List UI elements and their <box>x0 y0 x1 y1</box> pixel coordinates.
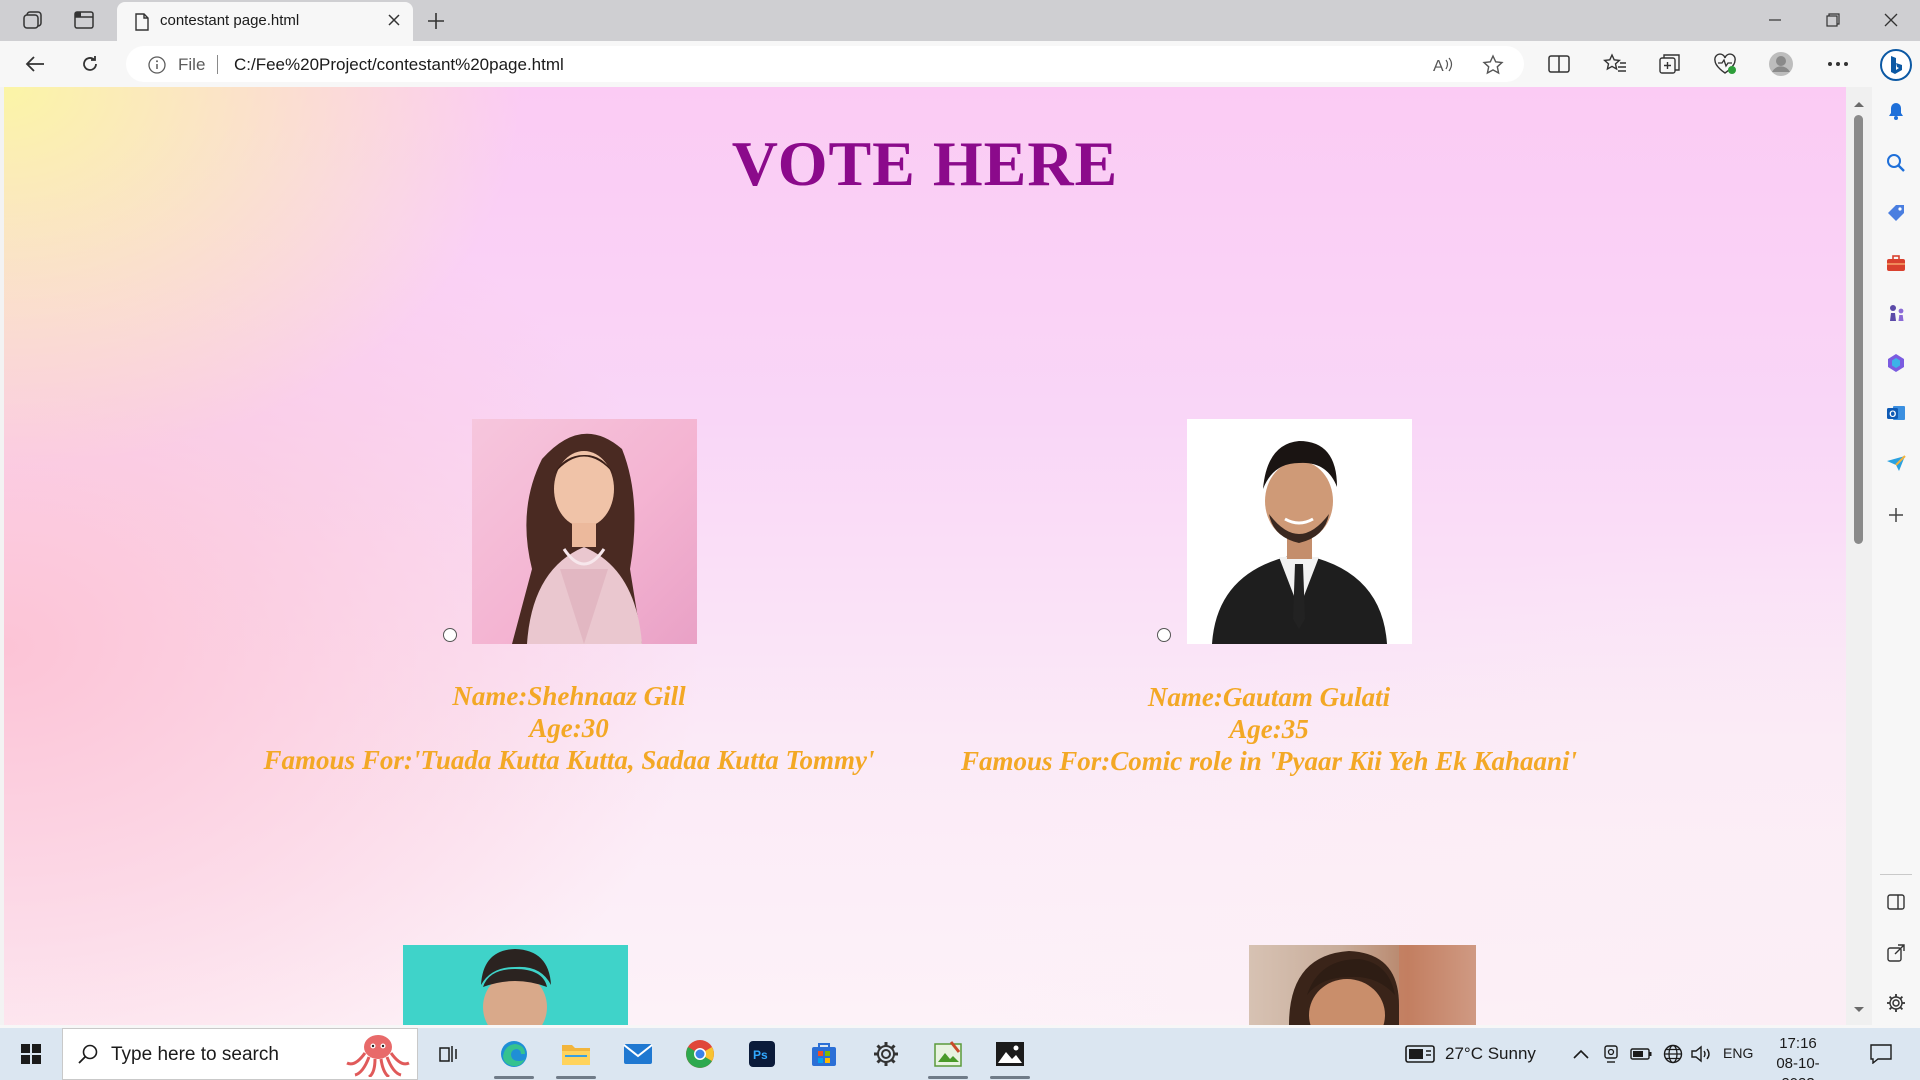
edge-sidebar: O <box>1872 41 1920 1028</box>
weather-icon[interactable] <box>1404 1028 1436 1080</box>
contestant-2-info: Name:Gautam Gulati Age:35 Famous For:Com… <box>941 681 1597 777</box>
task-view-icon[interactable] <box>426 1028 472 1080</box>
search-placeholder: Type here to search <box>111 1044 279 1065</box>
file-explorer-icon[interactable] <box>548 1028 604 1080</box>
url-text[interactable]: C:/Fee%20Project/contestant%20page.html <box>234 55 564 75</box>
collections-icon[interactable] <box>1657 52 1683 76</box>
scheme-label: File <box>178 55 206 74</box>
bing-copilot-icon[interactable] <box>1880 49 1912 81</box>
favorite-star-icon[interactable] <box>1482 54 1504 76</box>
contestant-2-name: Name:Gautam Gulati <box>1147 682 1391 712</box>
svg-text:Ps: Ps <box>753 1048 768 1062</box>
page-icon <box>135 13 149 36</box>
tab-contestant-page[interactable]: contestant page.html <box>117 2 413 41</box>
contestant-2-photo <box>1187 419 1412 644</box>
show-hidden-icons-chevron-icon[interactable] <box>1570 1028 1592 1080</box>
add-sidebar-app-icon[interactable] <box>1884 503 1908 527</box>
svg-text:O: O <box>1889 409 1896 419</box>
microsoft-store-icon[interactable] <box>796 1028 852 1080</box>
scroll-thumb[interactable] <box>1854 115 1863 544</box>
taskbar-clock[interactable]: 17:16 08-10-2023 <box>1763 1034 1833 1080</box>
contestant-1-info: Name:Shehnaaz Gill Age:30 Famous For:'Tu… <box>246 680 892 776</box>
browser-essentials-icon[interactable] <box>1712 52 1738 76</box>
shopping-tag-icon[interactable] <box>1884 201 1908 225</box>
search-sidebar-icon[interactable] <box>1884 151 1908 175</box>
photos-active-indicator <box>990 1076 1030 1079</box>
browser-toolbar: File C:/Fee%20Project/contestant%20page.… <box>0 41 1920 87</box>
minimize-button[interactable] <box>1752 6 1798 34</box>
sidebar-settings-gear-icon[interactable] <box>1884 991 1908 1015</box>
open-external-icon[interactable] <box>1884 941 1908 965</box>
sidebar-divider <box>1880 874 1912 875</box>
taskbar-edge-icon[interactable] <box>486 1028 542 1080</box>
input-language[interactable]: ENG <box>1723 1045 1753 1061</box>
contestant-2-age: Age:35 <box>1229 714 1309 744</box>
contestant-2-radio[interactable] <box>1157 628 1171 642</box>
photos-app-icon[interactable] <box>982 1028 1038 1080</box>
clock-time: 17:16 <box>1779 1035 1817 1052</box>
outlook-icon[interactable]: O <box>1884 401 1908 425</box>
chrome-icon[interactable] <box>672 1028 728 1080</box>
address-separator <box>217 55 218 74</box>
notifications-bell-icon[interactable] <box>1884 99 1908 123</box>
contestant-4-photo <box>1249 945 1476 1025</box>
contestant-1-photo <box>472 419 697 644</box>
clock-date: 08-10-2023 <box>1776 1055 1820 1080</box>
windows-taskbar: Type here to search Ps 27°C Sunny ENG 17… <box>0 1028 1920 1080</box>
tab-actions-icon[interactable] <box>70 8 98 32</box>
battery-icon[interactable] <box>1628 1028 1654 1080</box>
network-globe-icon[interactable] <box>1660 1028 1686 1080</box>
tools-briefcase-icon[interactable] <box>1884 251 1908 275</box>
profile-avatar[interactable] <box>1768 52 1794 76</box>
drop-send-icon[interactable] <box>1884 451 1908 475</box>
refresh-button[interactable] <box>75 50 105 78</box>
notification-center-icon[interactable] <box>1864 1028 1898 1080</box>
games-chess-icon[interactable] <box>1884 301 1908 325</box>
weather-text[interactable]: 27°C Sunny <box>1445 1044 1536 1064</box>
address-bar[interactable]: File C:/Fee%20Project/contestant%20page.… <box>126 46 1524 82</box>
edge-active-indicator <box>494 1076 534 1079</box>
taskbar-search-box[interactable]: Type here to search <box>62 1028 418 1080</box>
explorer-active-indicator <box>556 1076 596 1079</box>
image-editor-active-indicator <box>928 1076 968 1079</box>
contestant-1-radio[interactable] <box>443 628 457 642</box>
more-options-icon[interactable] <box>1825 52 1851 76</box>
contestant-3-photo <box>403 945 628 1025</box>
meet-now-icon[interactable] <box>1600 1028 1622 1080</box>
scroll-up-arrow-icon[interactable] <box>1853 95 1865 113</box>
mail-icon[interactable] <box>610 1028 666 1080</box>
contestant-2-famous-for: Famous For:Comic role in 'Pyaar Kii Yeh … <box>960 746 1578 776</box>
page-viewport: VOTE HERE Name:Shehnaaz Gill Age:30 Famo… <box>4 87 1846 1025</box>
restore-button[interactable] <box>1810 6 1856 34</box>
search-highlight-octopus-icon <box>345 1033 411 1080</box>
scroll-down-arrow-icon[interactable] <box>1853 1001 1865 1019</box>
split-screen-icon[interactable] <box>1546 52 1572 76</box>
site-info-icon[interactable] <box>148 56 166 79</box>
contestant-1-famous-for: Famous For:'Tuada Kutta Kutta, Sadaa Kut… <box>263 745 875 775</box>
hide-sidebar-icon[interactable] <box>1884 890 1908 914</box>
workspaces-icon[interactable] <box>19 8 47 32</box>
image-editor-app-icon[interactable] <box>920 1028 976 1080</box>
search-icon <box>77 1043 99 1070</box>
close-tab-icon[interactable] <box>387 13 401 32</box>
microsoft-365-icon[interactable] <box>1884 351 1908 375</box>
settings-gear-icon[interactable] <box>858 1028 914 1080</box>
volume-speaker-icon[interactable] <box>1688 1028 1714 1080</box>
favorites-icon[interactable] <box>1602 52 1628 76</box>
contestant-1-age: Age:30 <box>529 713 609 743</box>
contestant-1-name: Name:Shehnaaz Gill <box>452 681 686 711</box>
read-aloud-icon[interactable]: A <box>1432 54 1454 76</box>
page-scrollbar[interactable] <box>1846 87 1872 1025</box>
photoshop-icon[interactable]: Ps <box>734 1028 790 1080</box>
close-window-button[interactable] <box>1868 6 1914 34</box>
start-windows-icon[interactable] <box>8 1028 54 1080</box>
tab-strip: contestant page.html <box>0 0 1920 41</box>
page-title: VOTE HERE <box>731 128 1119 199</box>
new-tab-button[interactable] <box>423 8 449 34</box>
svg-text:A: A <box>1433 58 1444 75</box>
back-button[interactable] <box>20 50 50 78</box>
tab-title: contestant page.html <box>160 12 300 29</box>
